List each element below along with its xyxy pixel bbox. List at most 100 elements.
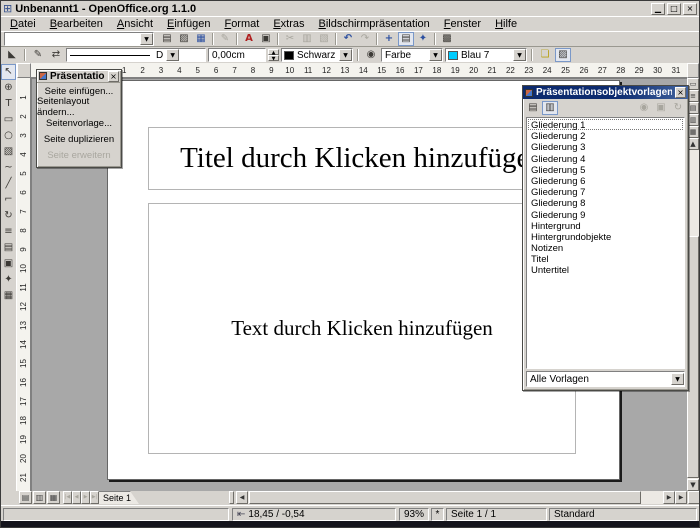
horizontal-ruler[interactable]: 1234567891011121314151617181920212223242… — [31, 63, 687, 78]
separator[interactable] — [434, 33, 436, 45]
edit-points-icon[interactable]: ◣ — [4, 48, 20, 62]
modify-page-layout-item[interactable]: Seitenlayout ändern... — [37, 99, 121, 115]
chevron-down-icon[interactable]: ▼ — [339, 49, 352, 61]
menu-format[interactable]: Format — [217, 18, 266, 30]
zoom-icon[interactable]: ⊕ — [1, 80, 16, 96]
load-url-combobox[interactable]: ▼ — [4, 32, 154, 46]
ellipse-icon[interactable]: ○ — [1, 128, 16, 144]
horizontal-scroll-thumb[interactable] — [249, 491, 641, 504]
style-list-item[interactable]: Gliederung 1 — [528, 119, 683, 130]
line-style-combobox[interactable]: D ▼ — [66, 48, 206, 62]
style-list-item[interactable]: Gliederung 9 — [528, 209, 683, 220]
chevron-down-icon[interactable]: ▼ — [671, 373, 684, 385]
previous-page-icon[interactable]: ◀ — [72, 491, 81, 504]
page-style-item[interactable]: Seitenvorlage... — [37, 115, 121, 131]
arrow-style-icon[interactable]: ⇄ — [48, 48, 64, 62]
chevron-down-icon[interactable]: ▼ — [513, 49, 526, 61]
menu-bildschirmpraesentation[interactable]: Bildschirmpräsentation — [312, 18, 437, 30]
spin-down-icon[interactable]: ▼ — [268, 55, 279, 61]
style-list-item[interactable]: Titel — [528, 253, 683, 264]
alignment-icon[interactable]: ≡ — [1, 224, 16, 240]
style-list-item[interactable]: Gliederung 3 — [528, 141, 683, 152]
close-icon[interactable]: × — [683, 3, 697, 15]
copy-icon[interactable]: ▥ — [299, 32, 315, 46]
line-width-field[interactable]: 0,00cm — [208, 48, 266, 62]
style-list-item[interactable]: Gliederung 6 — [528, 175, 683, 186]
chevron-down-icon[interactable]: ▼ — [166, 49, 179, 61]
style-list-item[interactable]: Gliederung 8 — [528, 197, 683, 208]
close-icon[interactable]: × — [108, 71, 119, 82]
vertical-ruler[interactable]: 123456789101112131415161718192021 — [17, 78, 31, 491]
line-color-combobox[interactable]: Schwarz ▼ — [281, 48, 353, 62]
graphic-styles-icon[interactable]: ▤ — [525, 101, 541, 115]
zoom-field[interactable]: 93% — [399, 508, 429, 521]
3d-objects-icon[interactable]: ▧ — [1, 144, 16, 160]
chevron-down-icon[interactable]: ▼ — [140, 33, 153, 45]
separator[interactable] — [277, 33, 279, 45]
layer-mode-icon[interactable]: ▦ — [47, 491, 60, 504]
chevron-down-icon[interactable]: ▼ — [429, 49, 442, 61]
pane-splitter[interactable] — [229, 491, 234, 504]
close-icon[interactable]: × — [675, 87, 686, 98]
lines-arrows-icon[interactable]: ╱ — [1, 176, 16, 192]
first-page-icon[interactable]: |◀ — [63, 491, 72, 504]
menu-fenster[interactable]: Fenster — [437, 18, 488, 30]
style-list-item[interactable]: Hintergrundobjekte — [528, 231, 683, 242]
menu-bearbeiten[interactable]: Bearbeiten — [43, 18, 110, 30]
duplicate-page-item[interactable]: Seite duplizieren — [37, 131, 121, 147]
scroll-left-icon[interactable]: ◀ — [236, 491, 248, 504]
text-icon[interactable]: T — [1, 96, 16, 112]
resize-corner[interactable] — [688, 491, 700, 504]
undo-icon[interactable]: ↶ — [340, 32, 356, 46]
text-placeholder[interactable]: Text durch Klicken hinzufügen — [148, 203, 576, 454]
insert-icon[interactable]: ▣ — [1, 256, 16, 272]
style-list-item[interactable]: Gliederung 7 — [528, 186, 683, 197]
style-list-item[interactable]: Hintergrund — [528, 220, 683, 231]
open-icon[interactable]: ▨ — [176, 32, 192, 46]
gallery-icon[interactable]: ▩ — [439, 32, 455, 46]
rotation-mode-icon[interactable]: ▨ — [555, 48, 571, 62]
effects-icon[interactable]: ✦ — [1, 272, 16, 288]
master-mode-icon[interactable]: ▥ — [33, 491, 46, 504]
fill-format-mode-icon[interactable]: ◉ — [636, 101, 652, 115]
separator[interactable] — [236, 33, 238, 45]
export-pdf-icon[interactable]: A — [241, 32, 257, 46]
new-document-icon[interactable]: ▤ — [159, 32, 175, 46]
navigator-icon[interactable]: ✦ — [415, 32, 431, 46]
line-width-value[interactable]: 0,00cm — [209, 50, 265, 61]
style-list-item[interactable]: Gliederung 2 — [528, 130, 683, 141]
menu-einfuegen[interactable]: Einfügen — [160, 18, 217, 30]
save-icon[interactable]: ▦ — [193, 32, 209, 46]
restore-icon[interactable]: □ — [667, 3, 681, 15]
palette-title-bar[interactable]: Präsentation × — [37, 70, 121, 83]
connector-icon[interactable]: ⌐ — [1, 192, 16, 208]
style-list-item[interactable]: Gliederung 4 — [528, 153, 683, 164]
edit-file-icon[interactable]: ✎ — [217, 32, 233, 46]
fill-type-combobox[interactable]: Farbe ▼ — [381, 48, 443, 62]
page-style-field[interactable]: Standard — [549, 508, 697, 521]
zoom-icon[interactable]: + — [381, 32, 397, 46]
scroll-right-icon[interactable]: ▶ — [663, 491, 675, 504]
update-style-icon[interactable]: ↻ — [670, 101, 686, 115]
fill-bucket-icon[interactable]: ◉ — [363, 48, 379, 62]
line-width-stepper[interactable]: ▲ ▼ — [268, 49, 279, 61]
page-mode-icon[interactable]: ▤ — [19, 491, 32, 504]
curve-icon[interactable]: ~ — [1, 160, 16, 176]
title-placeholder[interactable]: Titel durch Klicken hinzufügen — [148, 127, 576, 190]
separator[interactable] — [376, 33, 378, 45]
expand-page-item[interactable]: Seite erweitern — [37, 147, 121, 163]
arrange-icon[interactable]: ▤ — [1, 240, 16, 256]
shadow-icon[interactable]: ❏ — [537, 48, 553, 62]
rectangle-icon[interactable]: ▭ — [1, 112, 16, 128]
cut-icon[interactable]: ✂ — [282, 32, 298, 46]
next-page-icon[interactable]: ▶ — [81, 491, 90, 504]
minimize-icon[interactable]: ▁ — [651, 3, 665, 15]
style-list-item[interactable]: Notizen — [528, 242, 683, 253]
print-icon[interactable]: ▣ — [258, 32, 274, 46]
stylist-title-bar[interactable]: Präsentationsobjektvorlagen × — [523, 86, 688, 99]
rotate-icon[interactable]: ↻ — [1, 208, 16, 224]
paste-icon[interactable]: ▧ — [316, 32, 332, 46]
scroll-right-edge-icon[interactable]: ▶ — [675, 491, 687, 504]
scroll-down-icon[interactable]: ▼ — [687, 479, 699, 491]
menu-extras[interactable]: Extras — [266, 18, 311, 30]
